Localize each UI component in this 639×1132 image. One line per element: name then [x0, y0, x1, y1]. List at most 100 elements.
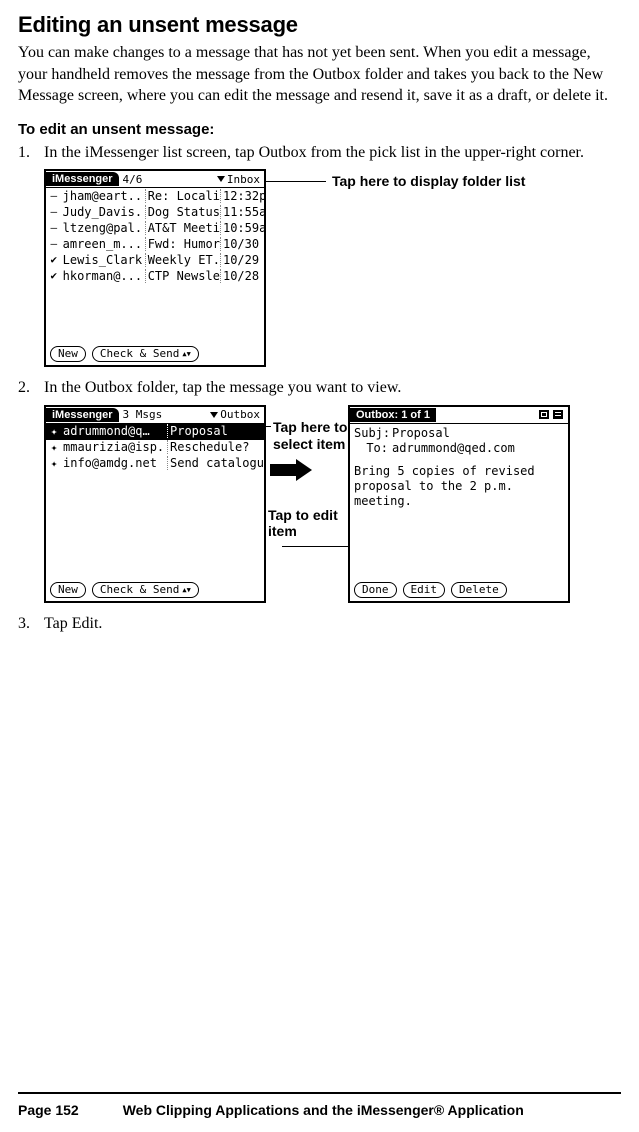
figure-outbox-row: iMessenger 3 Msgs Outbox ✦adrummond@q…Pr… [44, 405, 621, 603]
subject-cell: CTP Newsle... [146, 269, 221, 283]
from-cell: hkorman@... [62, 269, 146, 283]
procedure-heading: To edit an unsent message: [18, 121, 621, 138]
edit-button[interactable]: Edit [403, 582, 446, 598]
time-cell: 10:59a [221, 221, 264, 235]
delete-button[interactable]: Delete [451, 582, 507, 598]
window-icon[interactable] [538, 409, 550, 420]
button-label: Check & Send [100, 583, 179, 597]
time-cell: 10/28 [221, 269, 264, 283]
button-label: Check & Send [100, 347, 179, 361]
from-cell: amreen_m... [62, 237, 146, 251]
status-icon: ✔ [46, 269, 62, 282]
callout-edit-item: Tap to edit item [268, 507, 348, 541]
from-cell: ltzeng@pal... [62, 221, 146, 235]
chevron-down-icon [210, 412, 218, 418]
check-send-button[interactable]: Check & Send ▲▼ [92, 346, 199, 362]
detail-title: Outbox: 1 of 1 [350, 408, 436, 422]
new-button[interactable]: New [50, 346, 86, 362]
menu-icon[interactable] [552, 409, 564, 420]
status-icon: — [46, 221, 62, 234]
palm-titlebar: Outbox: 1 of 1 [350, 407, 568, 424]
step-2: 2. In the Outbox folder, tap the message… [18, 377, 621, 399]
palm-outbox-screenshot: iMessenger 3 Msgs Outbox ✦adrummond@q…Pr… [44, 405, 266, 603]
check-send-button[interactable]: Check & Send ▲▼ [92, 582, 199, 598]
subject-cell: Dog Status [146, 205, 221, 219]
time-cell: 10/29 [221, 253, 264, 267]
done-button[interactable]: Done [354, 582, 397, 598]
from-cell: Lewis_Clark... [62, 253, 146, 267]
status-icon: — [46, 237, 62, 250]
list-item[interactable]: ✔hkorman@...CTP Newsle...10/28 [46, 268, 264, 284]
step-text: Tap Edit. [44, 613, 621, 635]
figure-inbox-row: iMessenger 4/6 Inbox —jham@eart...Re: Lo… [44, 169, 621, 367]
step-text: In the iMessenger list screen, tap Outbo… [44, 142, 621, 164]
sync-arrows-icon: ▲▼ [182, 588, 190, 592]
from-cell: mmaurizia@isp.... [62, 440, 168, 454]
folder-picklist[interactable]: Inbox [217, 173, 264, 186]
sync-arrows-icon: ▲▼ [182, 352, 190, 356]
to-label: To: [354, 441, 388, 456]
palm-titlebar: iMessenger 3 Msgs Outbox [46, 407, 264, 424]
to-value: adrummond@qed.com [392, 441, 515, 456]
subject-cell: Reschedule? [168, 440, 264, 454]
step-1: 1. In the iMessenger list screen, tap Ou… [18, 142, 621, 164]
subject-value: Proposal [392, 426, 450, 441]
message-list: ✦adrummond@q…Proposal✦mmaurizia@isp....R… [46, 424, 264, 579]
subject-cell: Weekly ET... [146, 253, 221, 267]
subject-cell: Send catalogue [168, 456, 264, 470]
folder-picklist[interactable]: Outbox [210, 408, 264, 421]
new-button[interactable]: New [50, 582, 86, 598]
from-cell: info@amdg.net [62, 456, 168, 470]
list-item[interactable]: ✦mmaurizia@isp....Reschedule? [46, 440, 264, 456]
subject-cell: AT&T Meeti... [146, 221, 221, 235]
callout-leader-line [266, 426, 271, 427]
list-item[interactable]: —Judy_Davis...Dog Status11:55a [46, 204, 264, 220]
intro-paragraph: You can make changes to a message that h… [18, 42, 621, 107]
chevron-down-icon [217, 176, 225, 182]
palm-detail-screenshot: Outbox: 1 of 1 Subj: Proposal To: adrumm… [348, 405, 570, 603]
callout-leader-line [266, 181, 326, 182]
status-icon: ✔ [46, 253, 62, 266]
palm-titlebar: iMessenger 4/6 Inbox [46, 171, 264, 188]
list-item[interactable]: ✔Lewis_Clark...Weekly ET...10/29 [46, 252, 264, 268]
list-item[interactable]: —amreen_m...Fwd: Humor10/30 [46, 236, 264, 252]
app-name-tab: iMessenger [46, 408, 119, 422]
step-text: In the Outbox folder, tap the message yo… [44, 377, 621, 399]
step-number: 1. [18, 142, 44, 164]
page-number: Page 152 [18, 1102, 79, 1118]
from-cell: jham@eart... [62, 189, 146, 203]
status-icon: ✦ [46, 457, 62, 470]
palm-inbox-screenshot: iMessenger 4/6 Inbox —jham@eart...Re: Lo… [44, 169, 266, 367]
status-icon: — [46, 205, 62, 218]
subject-cell: Re: Localiza... [146, 189, 221, 203]
chapter-title: Web Clipping Applications and the iMesse… [123, 1102, 524, 1118]
page-footer: Page 152 Web Clipping Applications and t… [18, 1092, 621, 1118]
step-number: 3. [18, 613, 44, 635]
list-item[interactable]: ✦info@amdg.netSend catalogue [46, 456, 264, 472]
subject-label: Subj: [354, 426, 388, 441]
step-3: 3. Tap Edit. [18, 613, 621, 635]
list-item[interactable]: —jham@eart...Re: Localiza...12:32p [46, 188, 264, 204]
from-cell: adrummond@q… [62, 424, 168, 438]
time-cell: 12:32p [221, 189, 264, 203]
status-icon: ✦ [46, 441, 62, 454]
message-text: Bring 5 copies of revised proposal to th… [354, 464, 564, 509]
time-cell: 11:55a [221, 205, 264, 219]
callout-folder-list: Tap here to display folder list [332, 173, 525, 190]
arrow-right-icon [270, 459, 314, 481]
from-cell: Judy_Davis... [62, 205, 146, 219]
status-icon: ✦ [46, 425, 62, 438]
section-heading: Editing an unsent message [18, 12, 621, 38]
time-cell: 10/30 [221, 237, 264, 251]
app-name-tab: iMessenger [46, 172, 119, 186]
list-item[interactable]: —ltzeng@pal...AT&T Meeti...10:59a [46, 220, 264, 236]
message-counter: 4/6 [119, 173, 217, 186]
message-body-area: Subj: Proposal To: adrummond@qed.com Bri… [350, 424, 568, 579]
message-counter: 3 Msgs [119, 408, 211, 421]
subject-cell: Fwd: Humor [146, 237, 221, 251]
list-item[interactable]: ✦adrummond@q…Proposal [46, 424, 264, 440]
folder-label: Inbox [227, 173, 260, 186]
figure-center-column: Tap here to select item Tap to edit item [266, 405, 348, 603]
folder-label: Outbox [220, 408, 260, 421]
step-number: 2. [18, 377, 44, 399]
